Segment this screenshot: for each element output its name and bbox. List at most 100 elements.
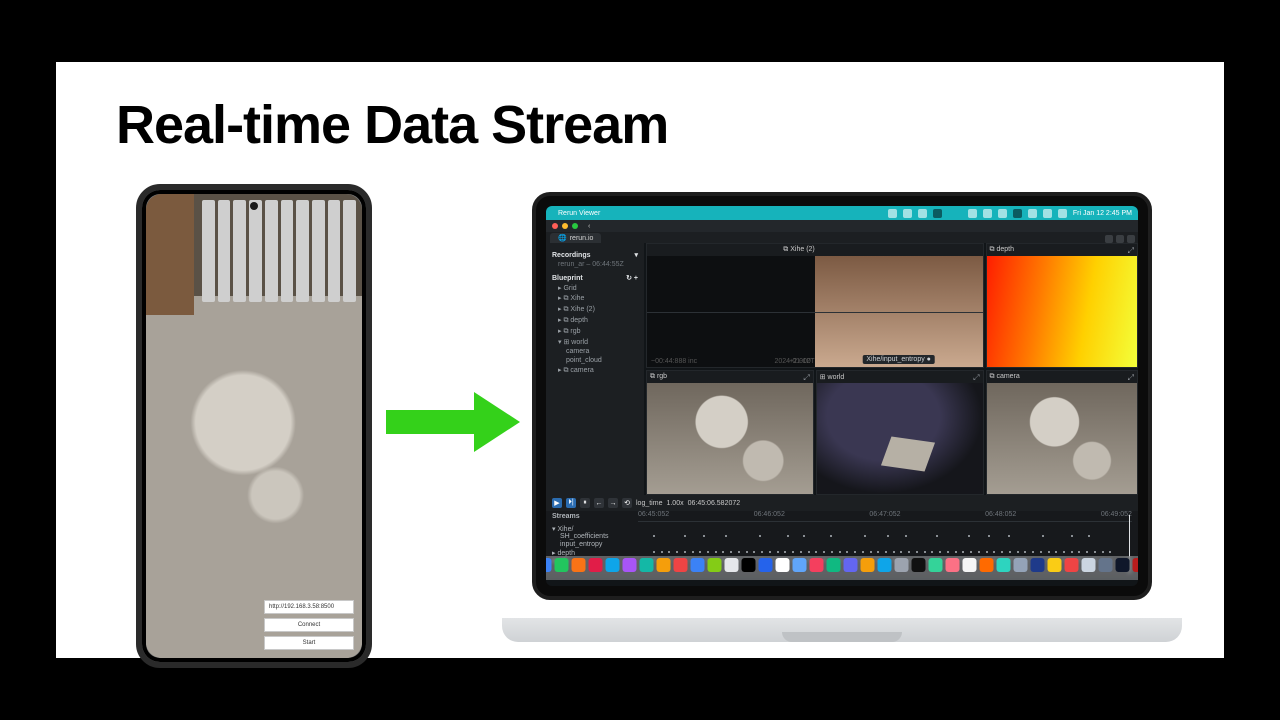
dock-app-icon[interactable] — [997, 558, 1011, 572]
tab-rerun[interactable]: 🌐rerun.io — [550, 233, 601, 243]
dock-app-icon[interactable] — [793, 558, 807, 572]
dock-app-icon[interactable] — [946, 558, 960, 572]
moon-icon[interactable] — [968, 209, 977, 218]
input-icon[interactable] — [1013, 209, 1022, 218]
clock-label[interactable]: Fri Jan 12 2:45 PM — [1073, 210, 1132, 217]
panel-toggle-icon[interactable] — [1105, 235, 1113, 243]
recording-item[interactable]: rerun_ar – 06:44:55Z — [552, 261, 638, 268]
dock-app-icon[interactable] — [1099, 558, 1113, 572]
globe-icon[interactable] — [998, 209, 1007, 218]
dock-app-icon[interactable] — [606, 558, 620, 572]
add-icon[interactable]: + — [634, 275, 638, 282]
status-icon[interactable] — [933, 209, 942, 218]
stream-row[interactable]: ▾ Xihe/ — [552, 525, 573, 533]
time-mode-select[interactable]: log_time — [636, 500, 662, 507]
dock-app-icon[interactable] — [861, 558, 875, 572]
speed-field[interactable]: 1.00x — [666, 500, 683, 507]
view-maximize-icon[interactable]: ⤢ — [1128, 246, 1134, 256]
server-url-input[interactable]: http://192.168.3.58:8500 — [264, 600, 354, 614]
loop-button[interactable]: ⟲ — [622, 498, 632, 508]
slide-title: Real-time Data Stream — [116, 94, 668, 156]
dock-app-icon[interactable] — [1133, 558, 1139, 572]
status-icon[interactable] — [888, 209, 897, 218]
flow-arrow-icon — [386, 392, 526, 452]
dock-app-icon[interactable] — [546, 558, 552, 572]
sidebar-item[interactable]: ▸ ⧉ camera — [552, 366, 638, 375]
dock-app-icon[interactable] — [895, 558, 909, 572]
dock-app-icon[interactable] — [640, 558, 654, 572]
sidebar-item[interactable]: ▸ ⧉ Xihe — [552, 294, 638, 303]
view-maximize-icon[interactable]: ⤢ — [1128, 373, 1134, 383]
play-button[interactable]: ▶ — [552, 498, 562, 508]
dock-app-icon[interactable] — [1116, 558, 1130, 572]
dock-app-icon[interactable] — [1065, 558, 1079, 572]
view-maximize-icon[interactable]: ⤢ — [803, 373, 809, 383]
dock-app-icon[interactable] — [623, 558, 637, 572]
panel-toggle-icon[interactable] — [1116, 235, 1124, 243]
dock-app-icon[interactable] — [657, 558, 671, 572]
zoom-window-icon[interactable] — [572, 223, 578, 229]
chevron-down-icon[interactable]: ▾ — [634, 251, 638, 259]
dock-app-icon[interactable] — [759, 558, 773, 572]
dock-app-icon[interactable] — [827, 558, 841, 572]
view-title: ⧉ depth — [990, 246, 1014, 254]
wifi-icon[interactable] — [1043, 209, 1052, 218]
view-depth[interactable]: ⧉ depth ⤢ — [986, 243, 1139, 368]
sidebar-item[interactable]: ▸ ⧉ rgb — [552, 327, 638, 336]
view-xihe2[interactable]: ⧉ Xihe (2) ⤢ Xihe/input_entropy ● ~00:44… — [646, 243, 984, 368]
battery-icon[interactable] — [1028, 209, 1037, 218]
dock-app-icon[interactable] — [742, 558, 756, 572]
app-menu[interactable]: Rerun Viewer — [558, 210, 600, 217]
pause-button[interactable]: ⏸ — [580, 498, 590, 508]
window-titlebar: ‹ — [546, 220, 1138, 232]
status-icon[interactable] — [903, 209, 912, 218]
time-range-label: 06:45:06.582072 — [688, 500, 741, 507]
control-center-icon[interactable] — [1058, 209, 1067, 218]
sidebar-item[interactable]: ▸ Grid — [552, 284, 638, 292]
dock-app-icon[interactable] — [691, 558, 705, 572]
sidebar-item[interactable]: camera — [552, 348, 638, 355]
sidebar-item[interactable]: point_cloud — [552, 357, 638, 364]
sidebar-item[interactable]: ▸ ⧉ depth — [552, 316, 638, 325]
step-back-button[interactable]: ← — [594, 498, 604, 508]
dock-app-icon[interactable] — [844, 558, 858, 572]
close-window-icon[interactable] — [552, 223, 558, 229]
dock-app-icon[interactable] — [572, 558, 586, 572]
phone-camera-box — [146, 194, 194, 315]
step-fwd-button[interactable]: → — [608, 498, 618, 508]
status-icon[interactable] — [918, 209, 927, 218]
stream-row[interactable]: input_entropy — [552, 541, 602, 548]
dock-app-icon[interactable] — [555, 558, 569, 572]
panel-toggle-icon[interactable] — [1127, 235, 1135, 243]
view-camera[interactable]: ⧉ camera ⤢ — [986, 370, 1139, 495]
follow-button[interactable]: ⏵| — [566, 498, 576, 508]
view-rgb[interactable]: ⧉ rgb ⤢ — [646, 370, 814, 495]
dock-app-icon[interactable] — [929, 558, 943, 572]
dock-app-icon[interactable] — [708, 558, 722, 572]
dock-app-icon[interactable] — [963, 558, 977, 572]
dock-app-icon[interactable] — [1014, 558, 1028, 572]
time-label: ~00:44:888 inc — [651, 358, 697, 365]
view-world[interactable]: ⊞ world ⤢ — [816, 370, 984, 495]
dock-app-icon[interactable] — [589, 558, 603, 572]
nav-back-icon[interactable]: ‹ — [588, 223, 590, 230]
dock-app-icon[interactable] — [1048, 558, 1062, 572]
stream-row[interactable]: SH_coefficients — [552, 533, 609, 540]
dock-app-icon[interactable] — [1031, 558, 1045, 572]
dock-app-icon[interactable] — [912, 558, 926, 572]
sidebar-item[interactable]: ▸ ⧉ Xihe (2) — [552, 305, 638, 314]
dock-app-icon[interactable] — [725, 558, 739, 572]
dock-app-icon[interactable] — [810, 558, 824, 572]
dock-app-icon[interactable] — [1082, 558, 1096, 572]
bluetooth-icon[interactable] — [983, 209, 992, 218]
dock-app-icon[interactable] — [980, 558, 994, 572]
connect-button[interactable]: Connect — [264, 618, 354, 632]
sidebar-item[interactable]: ▾ ⊞ world — [552, 338, 638, 346]
view-maximize-icon[interactable]: ⤢ — [973, 373, 979, 383]
start-button[interactable]: Start — [264, 636, 354, 650]
refresh-icon[interactable]: ↻ — [626, 275, 632, 282]
dock-app-icon[interactable] — [776, 558, 790, 572]
minimize-window-icon[interactable] — [562, 223, 568, 229]
dock-app-icon[interactable] — [674, 558, 688, 572]
dock-app-icon[interactable] — [878, 558, 892, 572]
